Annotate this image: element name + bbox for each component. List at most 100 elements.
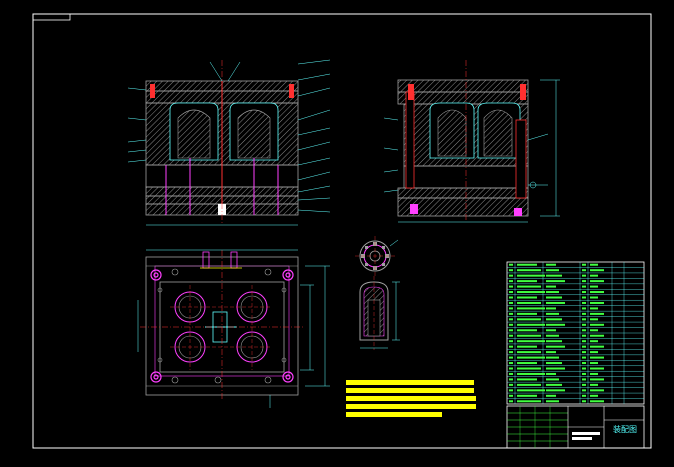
parts-list-cell-mark xyxy=(546,378,559,381)
parts-list-cell-mark xyxy=(546,356,559,359)
parts-list-cell-mark xyxy=(517,372,545,375)
parts-list-cell-mark xyxy=(590,400,604,403)
part-top-view xyxy=(355,236,399,276)
parts-list-cell-mark xyxy=(582,296,586,299)
parts-list-cell-mark xyxy=(517,340,545,343)
parts-list-cell-mark xyxy=(546,296,562,299)
parts-list-cell-mark xyxy=(590,312,604,315)
parts-list-cell-mark xyxy=(509,362,513,365)
parts-list-cell-mark xyxy=(546,318,562,321)
parts-list-cell-mark xyxy=(582,372,586,375)
parts-list-cell-mark xyxy=(546,372,556,375)
parts-list-cell-mark xyxy=(590,274,598,277)
front-section-view xyxy=(127,59,331,226)
parts-list-cell-mark xyxy=(509,351,513,354)
parts-list-cell-mark xyxy=(517,301,541,304)
parts-list-cell-mark xyxy=(582,263,586,266)
parts-list-cell-mark xyxy=(546,312,559,315)
parts-list-cell-mark xyxy=(517,356,545,359)
parts-list-cell-mark xyxy=(509,329,513,332)
parts-list-cell-mark xyxy=(509,345,513,348)
parts-list-cell-mark xyxy=(517,291,545,294)
parts-list-cell-mark xyxy=(582,383,586,386)
parts-list-cell-mark xyxy=(590,263,598,266)
parts-list-cell-mark xyxy=(590,296,598,299)
parts-list-cell-mark xyxy=(509,280,513,283)
cad-drawing-canvas xyxy=(32,13,652,449)
parts-list-cell-mark xyxy=(546,394,556,397)
parts-list-cell-mark xyxy=(517,280,537,283)
parts-list-cell-mark xyxy=(517,307,545,310)
parts-list-cell-mark xyxy=(546,389,565,392)
parts-list-cell-mark xyxy=(509,356,513,359)
technical-requirements xyxy=(346,380,476,417)
parts-list-table xyxy=(506,261,645,405)
parts-list-cell-mark xyxy=(517,269,541,272)
parts-list-cell-mark xyxy=(590,280,604,283)
parts-list-cell-mark xyxy=(509,307,513,310)
parts-list-cell-mark xyxy=(517,367,541,370)
parts-list-cell-mark xyxy=(582,274,586,277)
parts-list-cell-mark xyxy=(509,323,513,326)
parts-list-cell-mark xyxy=(582,367,586,370)
side-section-view xyxy=(383,60,560,223)
parts-list-cell-mark xyxy=(517,323,545,326)
parts-list-cell-mark xyxy=(517,378,537,381)
parts-list-cell-mark xyxy=(546,269,559,272)
parts-list-cell-mark xyxy=(517,345,537,348)
parts-list-cell-mark xyxy=(509,378,513,381)
parts-list-cell-mark xyxy=(546,362,562,365)
parts-list-cell-mark xyxy=(546,285,556,288)
parts-list-cell-mark xyxy=(546,351,556,354)
parts-list-cell-mark xyxy=(582,351,586,354)
technical-requirements-title: 技术要求 xyxy=(384,371,412,379)
top-left-label-box xyxy=(32,13,71,21)
parts-list-cell-mark xyxy=(546,291,559,294)
parts-list-cell-mark xyxy=(546,329,556,332)
parts-list-cell-mark xyxy=(582,329,586,332)
parts-list-cell-mark xyxy=(582,312,586,315)
parts-list-cell-mark xyxy=(582,378,586,381)
parts-list-cell-mark xyxy=(509,274,513,277)
parts-list-cell-mark xyxy=(517,329,537,332)
parts-list-cell-mark xyxy=(517,389,545,392)
parts-list-cell-mark xyxy=(509,334,513,337)
parts-list-cell-mark xyxy=(546,307,556,310)
parts-list-cell-mark xyxy=(582,345,586,348)
parts-list-cell-mark xyxy=(517,318,541,321)
parts-list-cell-mark xyxy=(546,383,562,386)
parts-list-cell-mark xyxy=(509,263,513,266)
parts-list-cell-mark xyxy=(590,356,604,359)
parts-list-cell-mark xyxy=(582,269,586,272)
parts-list-cell-mark xyxy=(509,291,513,294)
parts-list-cell-mark xyxy=(582,356,586,359)
parts-list-cell-mark xyxy=(546,345,565,348)
parts-list-cell-mark xyxy=(590,362,598,365)
parts-list-cell-mark xyxy=(517,400,541,403)
part-section-view xyxy=(359,276,400,350)
parts-list-cell-mark xyxy=(509,372,513,375)
parts-list-cell-mark xyxy=(517,334,541,337)
parts-list-cell-mark xyxy=(590,351,598,354)
parts-list-cell-mark xyxy=(582,280,586,283)
parts-list-cell-mark xyxy=(509,367,513,370)
parts-list-cell-mark xyxy=(509,301,513,304)
drawing-title: 装配图 xyxy=(613,425,637,434)
parts-list-cell-mark xyxy=(517,312,537,315)
parts-list-cell-mark xyxy=(509,318,513,321)
parts-list-cell-mark xyxy=(509,394,513,397)
parts-list-cell-mark xyxy=(546,301,565,304)
parts-list-cell-mark xyxy=(582,307,586,310)
parts-list-cell-mark xyxy=(582,400,586,403)
parts-list-cell-mark xyxy=(546,274,562,277)
parts-list-cell-mark xyxy=(517,351,541,354)
parts-list-cell-mark xyxy=(590,345,604,348)
parts-list-cell-mark xyxy=(517,285,541,288)
parts-list-cell-mark xyxy=(546,400,559,403)
parts-list-cell-mark xyxy=(590,340,598,343)
parts-list-cell-mark xyxy=(590,394,598,397)
parts-list-cell-mark xyxy=(590,269,604,272)
parts-list-cell-mark xyxy=(509,285,513,288)
parts-list-cell-mark xyxy=(546,280,565,283)
parts-list-cell-mark xyxy=(509,312,513,315)
